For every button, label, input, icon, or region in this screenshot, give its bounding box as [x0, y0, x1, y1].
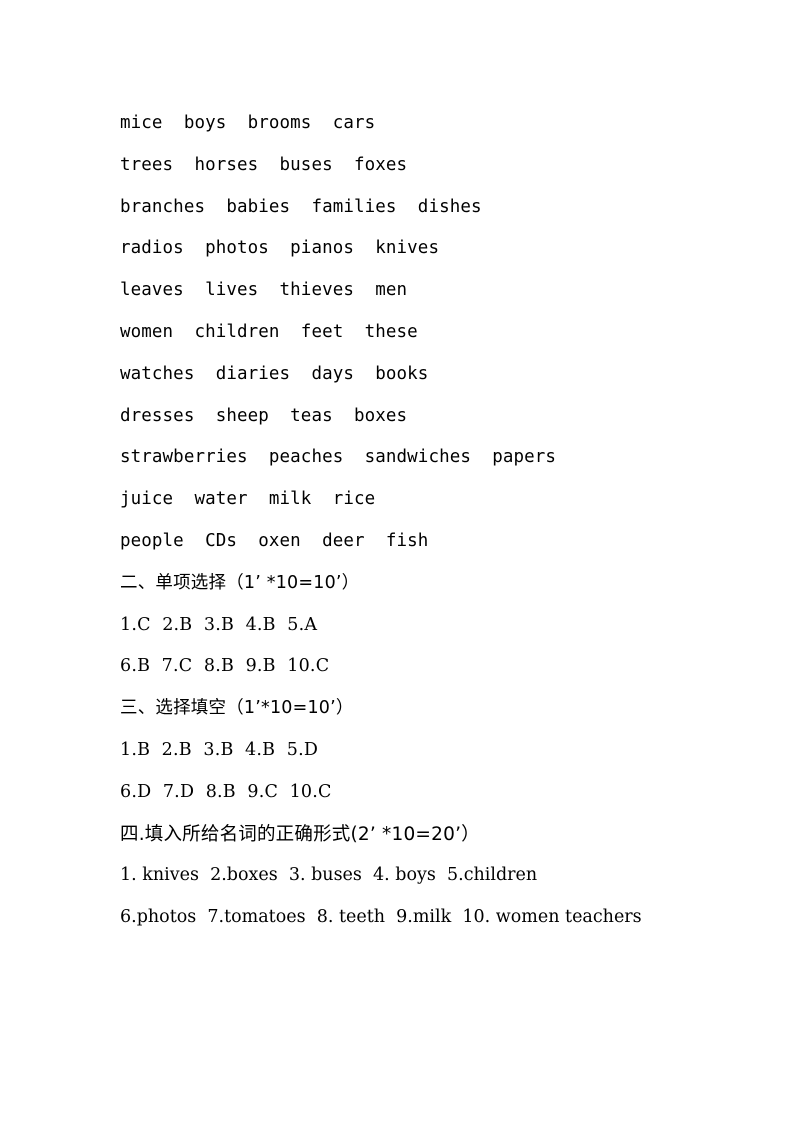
word-list-line: mice boys brooms cars — [120, 113, 376, 133]
word-list-line: people CDs oxen deer fish — [120, 530, 429, 551]
section-3-answer-row: 1.B 2.B 3.B 4.B 5.D — [120, 739, 319, 760]
document-body: mice boys brooms cars trees horses buses… — [120, 103, 720, 939]
word-list-line: leaves lives thieves men — [120, 280, 408, 301]
section-2-answer-row: 1.C 2.B 3.B 4.B 5.A — [120, 614, 318, 635]
word-list-line: strawberries peaches sandwiches papers — [120, 447, 557, 468]
word-list: mice boys brooms cars trees horses buses… — [120, 103, 720, 563]
section-4-answer-row: 1. knives 2.boxes 3. buses 4. boys 5.chi… — [120, 865, 538, 886]
section-2-answer-row: 6.B 7.C 8.B 9.B 10.C — [120, 656, 330, 677]
word-list-line: women children feet these — [120, 321, 418, 342]
section-2: 二、单项选择（1’ *10=10’） 1.C 2.B 3.B 4.B 5.A 6… — [120, 563, 720, 688]
section-3: 三、选择填空（1’*10=10’） 1.B 2.B 3.B 4.B 5.D 6.… — [120, 688, 720, 813]
word-list-line: juice water milk rice — [120, 489, 376, 510]
section-3-answer-row: 6.D 7.D 8.B 9.C 10.C — [120, 781, 332, 802]
section-4-answer-row: 6.photos 7.tomatoes 8. teeth 9.milk 10. … — [120, 907, 642, 928]
section-2-heading: 二、单项选择（1’ *10=10’） — [120, 572, 360, 593]
section-4-heading: 四.填入所给名词的正确形式(2’ *10=20’） — [120, 823, 480, 845]
word-list-line: trees horses buses foxes — [120, 154, 408, 175]
section-3-heading: 三、选择填空（1’*10=10’） — [120, 698, 354, 719]
word-list-line: radios photos pianos knives — [120, 238, 440, 259]
document-page: mice boys brooms cars trees horses buses… — [0, 0, 794, 1123]
section-4: 四.填入所给名词的正确形式(2’ *10=20’） 1. knives 2.bo… — [120, 814, 720, 939]
word-list-line: dresses sheep teas boxes — [120, 405, 408, 426]
word-list-line: watches diaries days books — [120, 363, 429, 384]
word-list-line: branches babies families dishes — [120, 196, 482, 217]
